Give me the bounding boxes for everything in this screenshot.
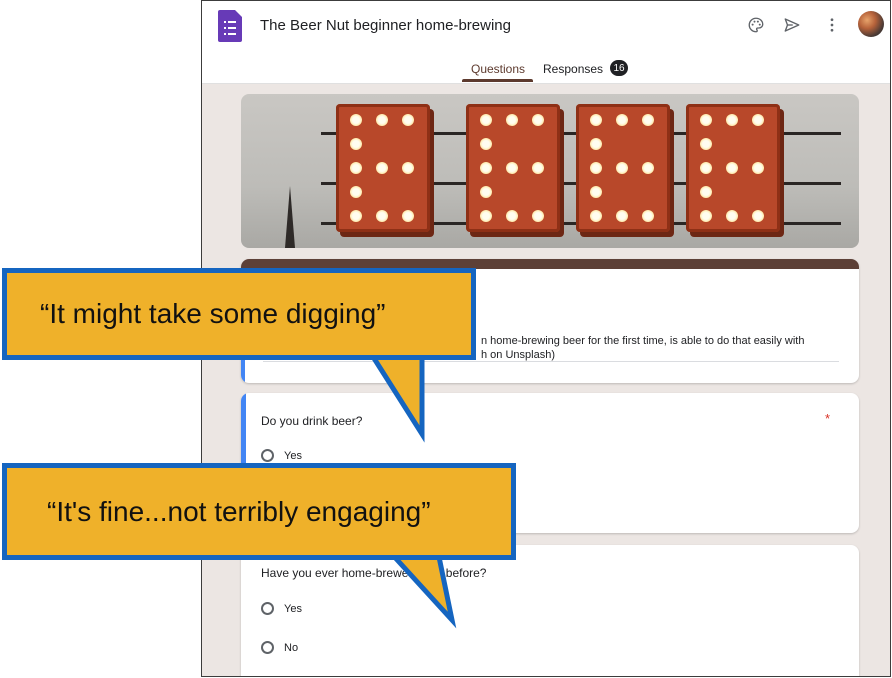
sign-bulb <box>700 162 712 174</box>
sign-bulb <box>506 114 518 126</box>
sign-bulb <box>376 162 388 174</box>
form-description-line: h on Unsplash) <box>481 349 555 361</box>
top-app-bar: The Beer Nut beginner home-brewing <box>202 1 890 51</box>
sign-bulb <box>480 138 492 150</box>
sign-bulb <box>480 114 492 126</box>
sign-bulb <box>700 186 712 198</box>
sign-bulb <box>700 210 712 222</box>
option-label: Yes <box>284 602 302 615</box>
sign-bulb <box>506 210 518 222</box>
radio-button[interactable] <box>261 602 274 615</box>
radio-option-yes[interactable]: Yes <box>261 449 302 462</box>
sign-bulb <box>402 210 414 222</box>
sign-bulb <box>590 114 602 126</box>
sign-bulb <box>350 138 362 150</box>
callout-tail <box>365 349 425 443</box>
callout-2: “It's fine...not terribly engaging” <box>2 463 516 560</box>
sign-bulb <box>752 114 764 126</box>
sign-bulb <box>700 138 712 150</box>
form-description-line: n home-brewing beer for the first time, … <box>481 335 805 347</box>
sign-bulb <box>642 114 654 126</box>
avatar[interactable] <box>858 11 884 37</box>
question-text: Do you drink beer? <box>261 414 363 428</box>
sign-bulb <box>350 186 362 198</box>
sign-bulb <box>700 114 712 126</box>
callout-tail <box>384 549 457 629</box>
radio-button[interactable] <box>261 449 274 462</box>
required-asterisk: * <box>825 411 831 426</box>
sign-bulb <box>480 162 492 174</box>
tabs-bar: Questions Responses 16 <box>202 51 890 84</box>
option-label: Yes <box>284 449 302 462</box>
sign-bulb <box>480 210 492 222</box>
sign-bulb <box>642 210 654 222</box>
sign-bulb <box>616 114 628 126</box>
form-title[interactable]: The Beer Nut beginner home-brewing <box>260 17 511 34</box>
sign-bulb <box>752 162 764 174</box>
tab-questions[interactable]: Questions <box>471 62 525 76</box>
send-icon[interactable] <box>780 13 804 37</box>
divider <box>263 361 839 362</box>
sign-bulb <box>590 186 602 198</box>
sign-bulb <box>402 114 414 126</box>
sign-bulb <box>590 162 602 174</box>
form-description[interactable]: n home-brewing beer for the first time, … <box>481 334 804 362</box>
option-label: No <box>284 641 299 654</box>
radio-option-no[interactable]: No <box>261 641 298 654</box>
sign-bulb <box>376 210 388 222</box>
sign-bulb <box>616 210 628 222</box>
more-vert-icon[interactable] <box>820 13 844 37</box>
sign-bulb <box>480 186 492 198</box>
sign-bulb <box>506 162 518 174</box>
sign-bulb <box>590 138 602 150</box>
sign-bulb <box>642 162 654 174</box>
tab-active-indicator <box>462 79 533 82</box>
sign-bulb <box>350 210 362 222</box>
sign-bulb <box>590 210 602 222</box>
sign-bulb <box>350 162 362 174</box>
callout-text: “It's fine...not terribly engaging” <box>47 495 431 527</box>
google-forms-logo-icon[interactable] <box>218 10 242 42</box>
radio-option-yes[interactable]: Yes <box>261 602 302 615</box>
sign-bulb <box>726 162 738 174</box>
sign-bulb <box>532 210 544 222</box>
sign-bulb <box>752 210 764 222</box>
sign-bulb <box>616 162 628 174</box>
question-card-2[interactable]: Have you ever home-brewed beer before? Y… <box>241 545 859 676</box>
tab-responses[interactable]: Responses <box>543 62 603 76</box>
sign-bulb <box>402 162 414 174</box>
callout-1: “It might take some digging” <box>2 268 476 360</box>
sign-bulb <box>350 114 362 126</box>
sign-bulb <box>532 114 544 126</box>
callout-text: “It might take some digging” <box>40 298 386 329</box>
responses-count-badge: 16 <box>610 60 628 76</box>
sign-bulb <box>532 162 544 174</box>
header-image <box>241 94 859 248</box>
sign-bulb <box>726 210 738 222</box>
palette-icon[interactable] <box>744 13 768 37</box>
sign-bulb <box>726 114 738 126</box>
radio-button[interactable] <box>261 641 274 654</box>
sign-bulb <box>376 114 388 126</box>
